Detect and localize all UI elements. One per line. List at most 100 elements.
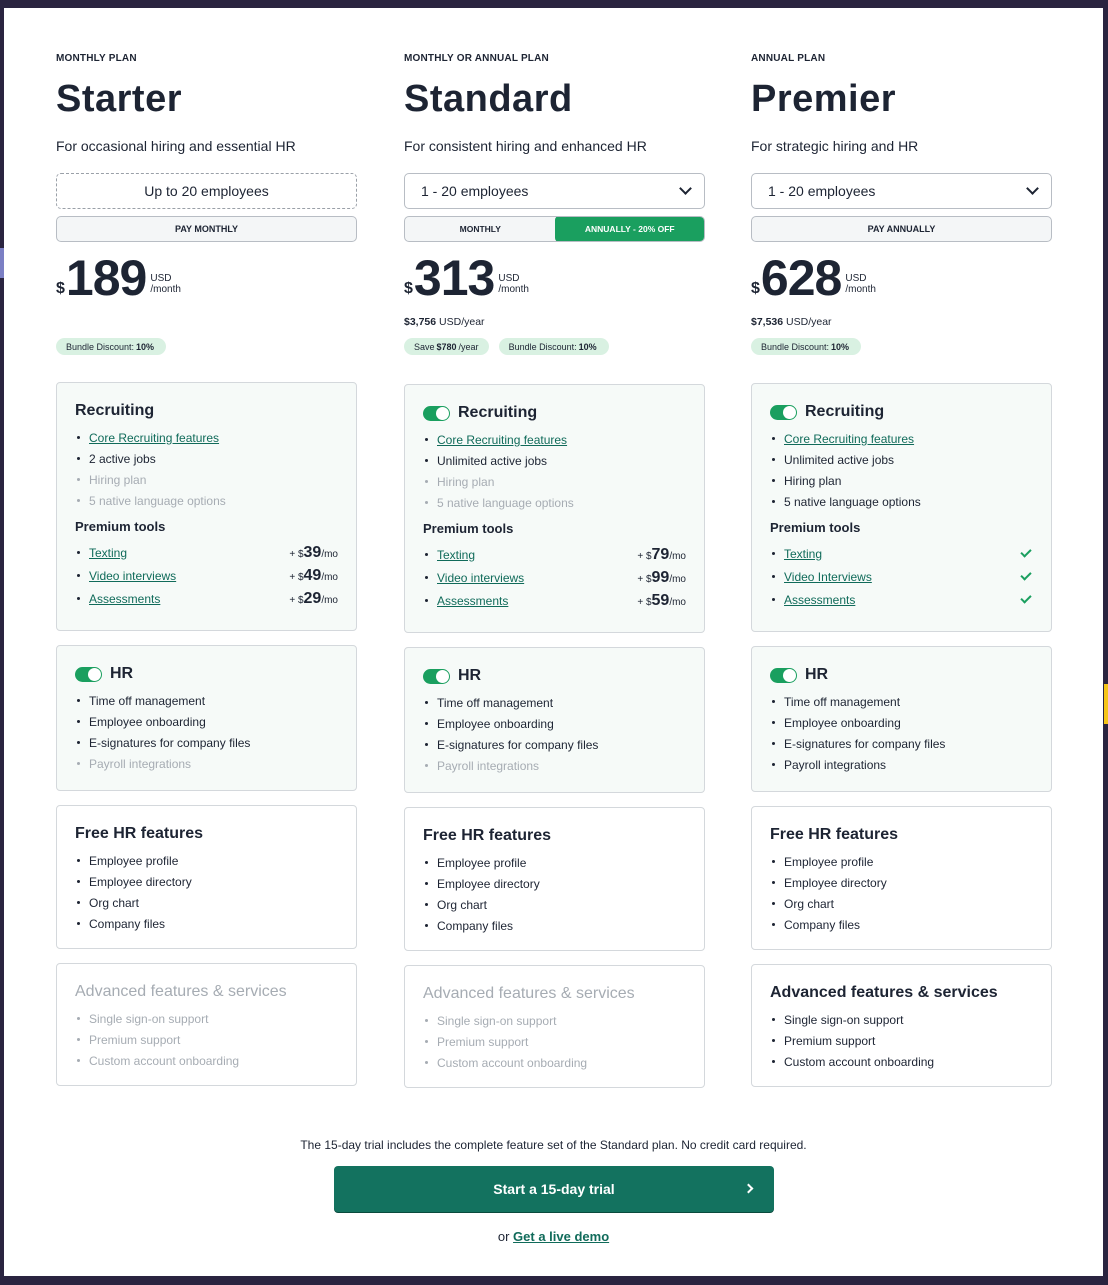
badge-label: Bundle Discount: xyxy=(66,341,135,352)
recruiting-toggle[interactable] xyxy=(423,405,450,421)
tool-row: Texting + $79/mo xyxy=(423,543,686,566)
list-item: Employee profile xyxy=(75,850,338,871)
free-hr-card: Free HR features Employee profile Employ… xyxy=(404,807,705,951)
plan-eyebrow: MONTHLY OR ANNUAL PLAN xyxy=(404,53,549,64)
list-item: Single sign-on support xyxy=(75,1008,338,1029)
check-icon xyxy=(1020,592,1032,604)
billing-toggle: MONTHLY ANNUALLY - 20% OFF xyxy=(404,216,705,242)
card-title-text: Recruiting xyxy=(805,403,885,420)
tool-price: + $59/mo xyxy=(637,591,686,609)
tool-price: + $49/mo xyxy=(289,566,338,584)
free-hr-features: Employee profile Employee directory Org … xyxy=(75,850,338,934)
plan-description: For occasional hiring and essential HR xyxy=(56,138,296,154)
price-amount: 628 xyxy=(760,250,842,306)
tool-price: + $99/mo xyxy=(637,568,686,586)
badges: Bundle Discount: 10% xyxy=(56,338,167,355)
price-currency: $ xyxy=(404,280,413,297)
free-hr-features: Employee profile Employee directory Org … xyxy=(423,852,686,936)
tool-link[interactable]: Texting xyxy=(89,546,127,560)
badge-label: Bundle Discount: xyxy=(508,341,577,352)
badge-unit: /year xyxy=(458,341,479,352)
list-item: Custom account onboarding xyxy=(75,1050,338,1071)
tool-price: + $29/mo xyxy=(289,589,338,607)
premium-tools-title: Premium tools xyxy=(423,521,514,536)
hr-toggle[interactable] xyxy=(75,666,102,682)
premium-tools: Texting + $39/mo Video interviews + $49/mo… xyxy=(75,541,338,610)
tool-link[interactable]: Assessments xyxy=(89,592,160,606)
list-item[interactable]: Core Recruiting features xyxy=(423,429,686,450)
list-item: Employee onboarding xyxy=(423,713,686,734)
employees-select-value: 1 - 20 employees xyxy=(421,183,529,199)
yearly-unit: USD/year xyxy=(786,316,832,328)
advanced-features: Single sign-on support Premium support C… xyxy=(75,1008,338,1071)
live-demo-link[interactable]: Get a live demo xyxy=(513,1229,609,1244)
list-item[interactable]: Core Recruiting features xyxy=(75,427,338,448)
yearly-unit: USD/year xyxy=(439,316,485,328)
free-hr-features: Employee profile Employee directory Org … xyxy=(770,851,1033,935)
billing-annual-option[interactable]: ANNUALLY - 20% OFF xyxy=(554,217,704,241)
tool-link[interactable]: Assessments xyxy=(784,593,855,607)
hr-features: Time off management Employee onboarding … xyxy=(75,690,338,774)
yearly-amount: $3,756 xyxy=(404,316,437,328)
tool-row: Video Interviews xyxy=(770,565,1033,588)
card-title: HR xyxy=(75,664,338,684)
badge-label: Bundle Discount: xyxy=(761,341,830,352)
price-unit: USD/month xyxy=(498,273,529,295)
tool-link[interactable]: Texting xyxy=(437,548,475,562)
list-item: Employee directory xyxy=(423,873,686,894)
employees-select[interactable]: 1 - 20 employees xyxy=(404,173,705,209)
price-amount: 189 xyxy=(65,250,147,306)
bundle-discount-badge: Bundle Discount: 10% xyxy=(751,338,862,355)
pricing-page: MONTHLY PLAN Starter For occasional hiri… xyxy=(4,8,1103,1276)
advanced-features: Single sign-on support Premium support C… xyxy=(423,1010,686,1073)
badge-label: Save xyxy=(414,341,435,352)
employees-select[interactable]: 1 - 20 employees xyxy=(751,173,1052,209)
card-title: Free HR features xyxy=(423,827,552,844)
hr-toggle[interactable] xyxy=(423,668,450,684)
tool-link[interactable]: Texting xyxy=(784,547,822,561)
list-item: Single sign-on support xyxy=(423,1010,686,1031)
price: $ 628 USD/month xyxy=(751,250,876,306)
price: $ 313 USD/month xyxy=(404,250,529,306)
card-title-text: HR xyxy=(110,665,134,682)
list-item: Hiring plan xyxy=(770,470,1033,491)
premium-tools-title: Premium tools xyxy=(75,519,166,534)
start-trial-label: Start a 15-day trial xyxy=(493,1181,615,1197)
premium-tools-title: Premium tools xyxy=(770,520,861,535)
tool-link[interactable]: Video interviews xyxy=(89,569,176,583)
bundle-discount-badge: Bundle Discount: 10% xyxy=(56,338,167,355)
list-item[interactable]: Core Recruiting features xyxy=(770,428,1033,449)
badges: Bundle Discount: 10% xyxy=(751,338,862,355)
tool-link[interactable]: Video interviews xyxy=(437,571,524,585)
list-item: E-signatures for company files xyxy=(423,734,686,755)
list-item: Org chart xyxy=(75,892,338,913)
tool-link[interactable]: Video Interviews xyxy=(784,570,872,584)
card-title: Recruiting xyxy=(423,403,686,423)
chevron-down-icon xyxy=(679,182,692,195)
free-hr-card: Free HR features Employee profile Employ… xyxy=(751,806,1052,950)
recruiting-toggle[interactable] xyxy=(770,404,797,420)
yearly-price: $3,756 USD/year xyxy=(404,316,485,328)
list-item: Employee directory xyxy=(770,872,1033,893)
hr-toggle[interactable] xyxy=(770,667,797,683)
list-item: Employee profile xyxy=(770,851,1033,872)
list-item: Hiring plan xyxy=(75,469,338,490)
background-accent xyxy=(0,248,4,278)
advanced-card: Advanced features & services Single sign… xyxy=(56,963,357,1086)
yearly-price: $7,536 USD/year xyxy=(751,316,832,328)
price-unit-currency: USD xyxy=(150,273,172,284)
list-item: Time off management xyxy=(75,690,338,711)
card-title: HR xyxy=(770,665,1033,685)
hr-features: Time off management Employee onboarding … xyxy=(770,691,1033,775)
price-amount: 313 xyxy=(413,250,495,306)
price-unit: USD/month xyxy=(845,273,876,295)
list-item: Org chart xyxy=(423,894,686,915)
price-unit-period: /month xyxy=(845,284,876,295)
price-unit-period: /month xyxy=(498,284,529,295)
start-trial-button[interactable]: Start a 15-day trial xyxy=(334,1166,774,1212)
hr-features: Time off management Employee onboarding … xyxy=(423,692,686,776)
tool-link[interactable]: Assessments xyxy=(437,594,508,608)
card-title: Advanced features & services xyxy=(423,985,635,1002)
hr-card: HR Time off management Employee onboardi… xyxy=(404,647,705,793)
billing-monthly-option[interactable]: MONTHLY xyxy=(405,217,556,241)
